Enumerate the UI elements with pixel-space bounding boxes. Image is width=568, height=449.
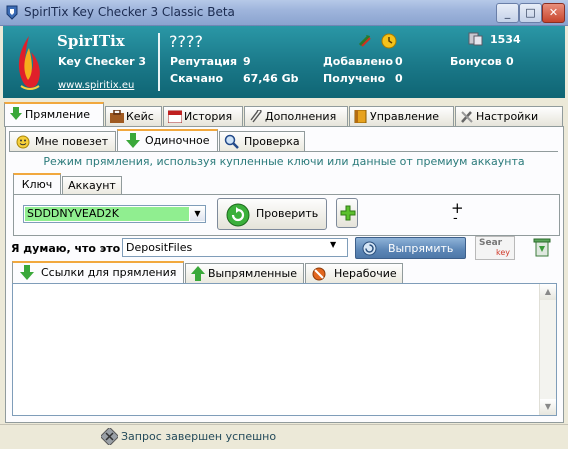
tools-icon xyxy=(461,111,473,123)
refresh-icon xyxy=(362,241,377,256)
downloaded-value: 67,46 Gb xyxy=(243,72,299,85)
tab-history[interactable]: История xyxy=(163,106,243,126)
tab-links[interactable]: Ссылки для прямления xyxy=(12,261,184,283)
check-button-label: Проверить xyxy=(256,207,319,220)
forbidden-icon xyxy=(312,267,326,281)
subtab-label: Мне повезет xyxy=(35,135,109,148)
added-value: 0 xyxy=(395,55,403,68)
arrow-down-icon xyxy=(10,107,22,120)
tab-settings[interactable]: Настройки xyxy=(455,106,563,126)
tab-case[interactable]: Кейс xyxy=(105,106,162,126)
add-button[interactable] xyxy=(336,198,358,228)
tab-label: Дополнения xyxy=(265,110,337,123)
smiley-icon xyxy=(16,135,30,149)
status-bar: Запрос завершен успешно xyxy=(0,424,568,449)
tab-label: Ссылки для прямления xyxy=(41,266,177,279)
host-select[interactable]: DepositFiles ▼ xyxy=(122,238,348,257)
chevron-down-icon[interactable]: ▼ xyxy=(190,207,205,221)
tab-label: Управление xyxy=(370,110,440,123)
straighten-button-label: Выпрямить xyxy=(388,242,454,255)
flame-logo-icon xyxy=(18,36,40,90)
refresh-icon xyxy=(226,203,250,227)
app-icon xyxy=(6,5,18,20)
briefcase-icon xyxy=(110,110,124,123)
key-combobox[interactable]: SDDDNYVEAD2K ▼ xyxy=(23,205,206,223)
subtab-label: Одиночное xyxy=(145,134,210,147)
minus-label: - xyxy=(453,211,458,226)
refresh-icon[interactable] xyxy=(357,33,373,49)
added-label: Добавлено xyxy=(323,55,394,68)
key-input[interactable]: SDDDNYVEAD2K xyxy=(25,207,189,221)
vertical-scrollbar[interactable]: ▲ ▼ xyxy=(539,284,556,415)
close-button[interactable]: ✕ xyxy=(542,3,565,23)
bonus-value: 0 xyxy=(506,55,514,68)
downloaded-label: Скачано xyxy=(170,72,224,85)
received-value: 0 xyxy=(395,72,403,85)
arrow-down-icon xyxy=(20,265,34,280)
header-divider xyxy=(158,33,160,91)
subtab-check[interactable]: Проверка xyxy=(219,131,305,151)
plus-icon xyxy=(340,205,356,221)
coins-icon xyxy=(468,32,483,46)
scroll-up-button[interactable]: ▲ xyxy=(540,284,556,300)
subtab-lucky[interactable]: Мне повезет xyxy=(9,131,116,151)
maximize-button[interactable]: □ xyxy=(519,3,542,23)
paperclip-icon xyxy=(250,110,262,123)
reputation-label: Репутация xyxy=(170,55,238,68)
links-textarea[interactable]: ▲ ▼ xyxy=(12,283,557,416)
subtab-label: Проверка xyxy=(244,135,300,148)
subtab-line xyxy=(9,151,558,152)
recycle-bin-icon[interactable] xyxy=(533,237,551,257)
clock-icon[interactable] xyxy=(381,33,397,49)
searchkey-top: Sear xyxy=(479,238,503,248)
website-link[interactable]: www.spiritix.eu xyxy=(58,80,134,91)
tab-straightened[interactable]: Выпрямленные xyxy=(185,263,304,283)
tab-account[interactable]: Аккаунт xyxy=(62,176,122,195)
tab-addons[interactable]: Дополнения xyxy=(244,106,348,126)
status-text: Запрос завершен успешно xyxy=(121,430,277,443)
title-bar[interactable]: SpirITix Key Checker 3 Classic Beta _ □ … xyxy=(0,0,568,26)
tab-label: Настройки xyxy=(476,110,539,123)
host-value: DepositFiles xyxy=(126,241,193,254)
tab-management[interactable]: Управление xyxy=(349,106,454,126)
scroll-down-button[interactable]: ▼ xyxy=(540,399,556,415)
tab-straighten[interactable]: Прямление xyxy=(4,102,104,127)
book-icon xyxy=(354,110,367,123)
minimize-button[interactable]: _ xyxy=(496,3,519,23)
reputation-value: 9 xyxy=(243,55,251,68)
host-label: Я думаю, что это : xyxy=(11,242,129,255)
header-banner: SpirITix Key Checker 3 www.spiritix.eu ?… xyxy=(3,26,565,98)
arrow-up-icon xyxy=(191,266,205,281)
chevron-down-icon[interactable]: ▼ xyxy=(330,240,336,249)
subtab-single[interactable]: Одиночное xyxy=(117,129,218,151)
bonus-label: Бонусов xyxy=(450,55,502,68)
plug-icon xyxy=(101,428,118,445)
points-value: 1534 xyxy=(490,33,521,46)
magnifier-icon xyxy=(224,134,239,149)
tab-key[interactable]: Ключ xyxy=(13,173,61,195)
tab-broken[interactable]: Нерабочие xyxy=(305,263,403,283)
tab-label: Прямление xyxy=(25,108,91,121)
searchkey-logo[interactable]: Sear key xyxy=(475,236,515,260)
brand-name: SpirITix xyxy=(57,32,125,50)
tab-label: Нерабочие xyxy=(334,267,397,280)
username: ???? xyxy=(169,32,203,51)
tab-label: Выпрямленные xyxy=(208,267,297,280)
brand-subtitle: Key Checker 3 xyxy=(58,55,147,68)
tab-label: Кейс xyxy=(126,110,154,123)
calendar-icon xyxy=(168,110,182,123)
check-button[interactable]: Проверить xyxy=(217,198,327,230)
tab-label: История xyxy=(184,110,233,123)
straighten-button[interactable]: Выпрямить xyxy=(355,237,466,259)
arrow-down-icon xyxy=(126,133,140,148)
window-title: SpirITix Key Checker 3 Classic Beta xyxy=(24,5,235,19)
searchkey-bottom: key xyxy=(496,248,511,257)
mode-description: Режим прямления, используя купленные клю… xyxy=(43,155,525,168)
received-label: Получено xyxy=(323,72,386,85)
